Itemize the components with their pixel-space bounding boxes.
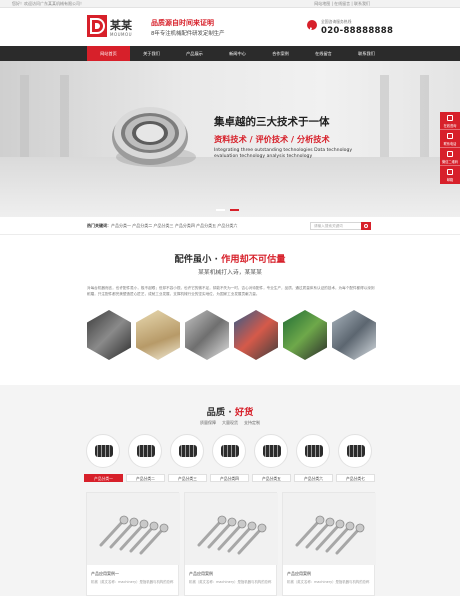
search-input[interactable]: 请输入搜索关键词 <box>310 222 362 230</box>
hex-image-circuit <box>283 310 327 360</box>
nav-contact[interactable]: 联系我们 <box>345 46 388 61</box>
mail-icon <box>447 169 453 175</box>
side-float-bar: 在线咨询 联系电话 微信二维码 邮箱 <box>440 112 460 184</box>
parts-subtitle: 某某机械打入诗，某某某 <box>198 270 262 276</box>
product-desc: 机械（英文名称：machinery）是指机器与机构的总称 <box>287 580 370 584</box>
product-thumb[interactable] <box>212 434 246 468</box>
side-wechat[interactable]: 微信二维码 <box>440 148 460 166</box>
hot-keyword-list[interactable]: 产品分类一 产品分类二 产品分类三 产品分类四 产品分类五 产品分类六 <box>111 223 237 228</box>
product-image-wrenches <box>87 493 180 565</box>
product-thumb[interactable] <box>296 434 330 468</box>
banner-techs: 资料技术 / 评价技术 / 分析技术 <box>214 134 330 144</box>
spring-icon <box>347 445 365 457</box>
search-bar: 热门关键词：产品分类一 产品分类二 产品分类三 产品分类四 产品分类五 产品分类… <box>0 218 460 235</box>
product-card[interactable]: 产品应用案例 机械（英文名称：machinery）是指机器与机构的总称 <box>184 492 278 596</box>
product-image-wrenches <box>283 493 376 565</box>
brand-logo-icon[interactable] <box>87 15 107 37</box>
hex-image-wiring <box>234 310 278 360</box>
tab-category-5[interactable]: 产品分类五 <box>252 474 291 482</box>
side-consult[interactable]: 在线咨询 <box>440 112 460 130</box>
nav-message[interactable]: 在线留言 <box>302 46 345 61</box>
spring-icon <box>221 445 239 457</box>
product-thumb[interactable] <box>254 434 288 468</box>
product-thumb[interactable] <box>338 434 372 468</box>
nav-home[interactable]: 网站首页 <box>87 46 130 61</box>
hex-image-factory <box>332 310 376 360</box>
product-card[interactable]: 产品应用案例一 机械（英文名称：machinery）是指机器与机构的总称 <box>86 492 180 596</box>
slogan-main: 品质源自时间来证明 <box>151 19 214 27</box>
tab-category-6[interactable]: 产品分类六 <box>294 474 333 482</box>
search-icon <box>364 223 368 228</box>
parts-intro: 对每台机器而言，也许配件虽小，极不起眼；但却不容小视，也许它的微不足，却能不失为… <box>87 286 375 297</box>
nav-news[interactable]: 新闻中心 <box>216 46 259 61</box>
nav-products[interactable]: 产品展示 <box>173 46 216 61</box>
product-thumb[interactable] <box>86 434 120 468</box>
welcome-text: 您好！欢迎访问广东某某机械有限公司！ <box>12 1 84 6</box>
brand-name: 某某 <box>110 19 132 32</box>
search-button[interactable] <box>361 222 371 230</box>
product-name: 产品应用案例 <box>287 571 311 576</box>
product-desc: 机械（英文名称：machinery）是指机器与机构的总称 <box>91 580 174 584</box>
hex-image-gears <box>87 310 131 360</box>
phone-icon <box>447 133 453 139</box>
top-bar: 您好！欢迎访问广东某某机械有限公司！ 网站地图 | 在线留言 | 联系我们 <box>0 0 460 8</box>
product-name: 产品应用案例 <box>189 571 213 576</box>
product-thumb[interactable] <box>170 434 204 468</box>
banner-pagination <box>216 209 246 212</box>
bearing-image <box>112 107 196 167</box>
phone-icon <box>307 20 317 33</box>
tab-category-7[interactable]: 产品分类七 <box>336 474 375 482</box>
hex-image-drawing <box>136 310 180 360</box>
tab-category-2[interactable]: 产品分类二 <box>126 474 165 482</box>
spring-icon <box>95 445 113 457</box>
header: 某某 MOUMOU 品质源自时间来证明 8年专注机械配件研发定制生产 全国咨询服… <box>0 8 460 46</box>
quality-features: 质量保障 大量现货 支持定制 <box>200 420 260 425</box>
slogan-sub: 8年专注机械配件研发定制生产 <box>151 31 225 37</box>
spring-icon <box>179 445 197 457</box>
nav-cases[interactable]: 合作案例 <box>259 46 302 61</box>
product-name: 产品应用案例一 <box>91 571 119 576</box>
brand-subtitle: MOUMOU <box>110 32 133 37</box>
product-desc: 机械（英文名称：machinery）是指机器与机构的总称 <box>189 580 272 584</box>
tab-category-1[interactable]: 产品分类一 <box>84 474 123 482</box>
tab-category-4[interactable]: 产品分类四 <box>210 474 249 482</box>
product-thumb[interactable] <box>128 434 162 468</box>
banner-title: 集卓越的三大技术于一体 <box>214 116 330 128</box>
hex-image-machine <box>185 310 229 360</box>
hero-banner[interactable]: 集卓越的三大技术于一体 资料技术 / 评价技术 / 分析技术 Integrati… <box>0 61 460 217</box>
spring-icon <box>263 445 281 457</box>
side-mail[interactable]: 邮箱 <box>440 166 460 184</box>
spring-icon <box>137 445 155 457</box>
tab-category-3[interactable]: 产品分类三 <box>168 474 207 482</box>
product-card[interactable]: 产品应用案例 机械（英文名称：machinery）是指机器与机构的总称 <box>282 492 376 596</box>
qrcode-icon <box>447 151 453 157</box>
main-nav: 网站首页 关于我们 产品展示 新闻中心 合作案例 在线留言 联系我们 <box>0 46 460 61</box>
chat-icon <box>447 115 453 121</box>
quality-title: 品质 · 好货 <box>206 407 254 418</box>
product-image-wrenches <box>185 493 278 565</box>
top-links[interactable]: 网站地图 | 在线留言 | 联系我们 <box>314 1 370 7</box>
banner-desc: Integrating three outstanding technologi… <box>214 148 353 160</box>
banner-dot[interactable] <box>216 209 225 211</box>
spring-icon <box>305 445 323 457</box>
nav-about[interactable]: 关于我们 <box>130 46 173 61</box>
hot-keywords: 热门关键词：产品分类一 产品分类二 产品分类三 产品分类四 产品分类五 产品分类… <box>87 223 238 228</box>
hotline-label: 全国咨询服务热线 <box>321 19 352 24</box>
side-phone[interactable]: 联系电话 <box>440 130 460 148</box>
parts-title: 配件虽小 · 作用却不可估量 <box>174 254 286 265</box>
banner-dot-active[interactable] <box>230 209 239 211</box>
hotline-number[interactable]: 020-88888888 <box>321 26 393 36</box>
